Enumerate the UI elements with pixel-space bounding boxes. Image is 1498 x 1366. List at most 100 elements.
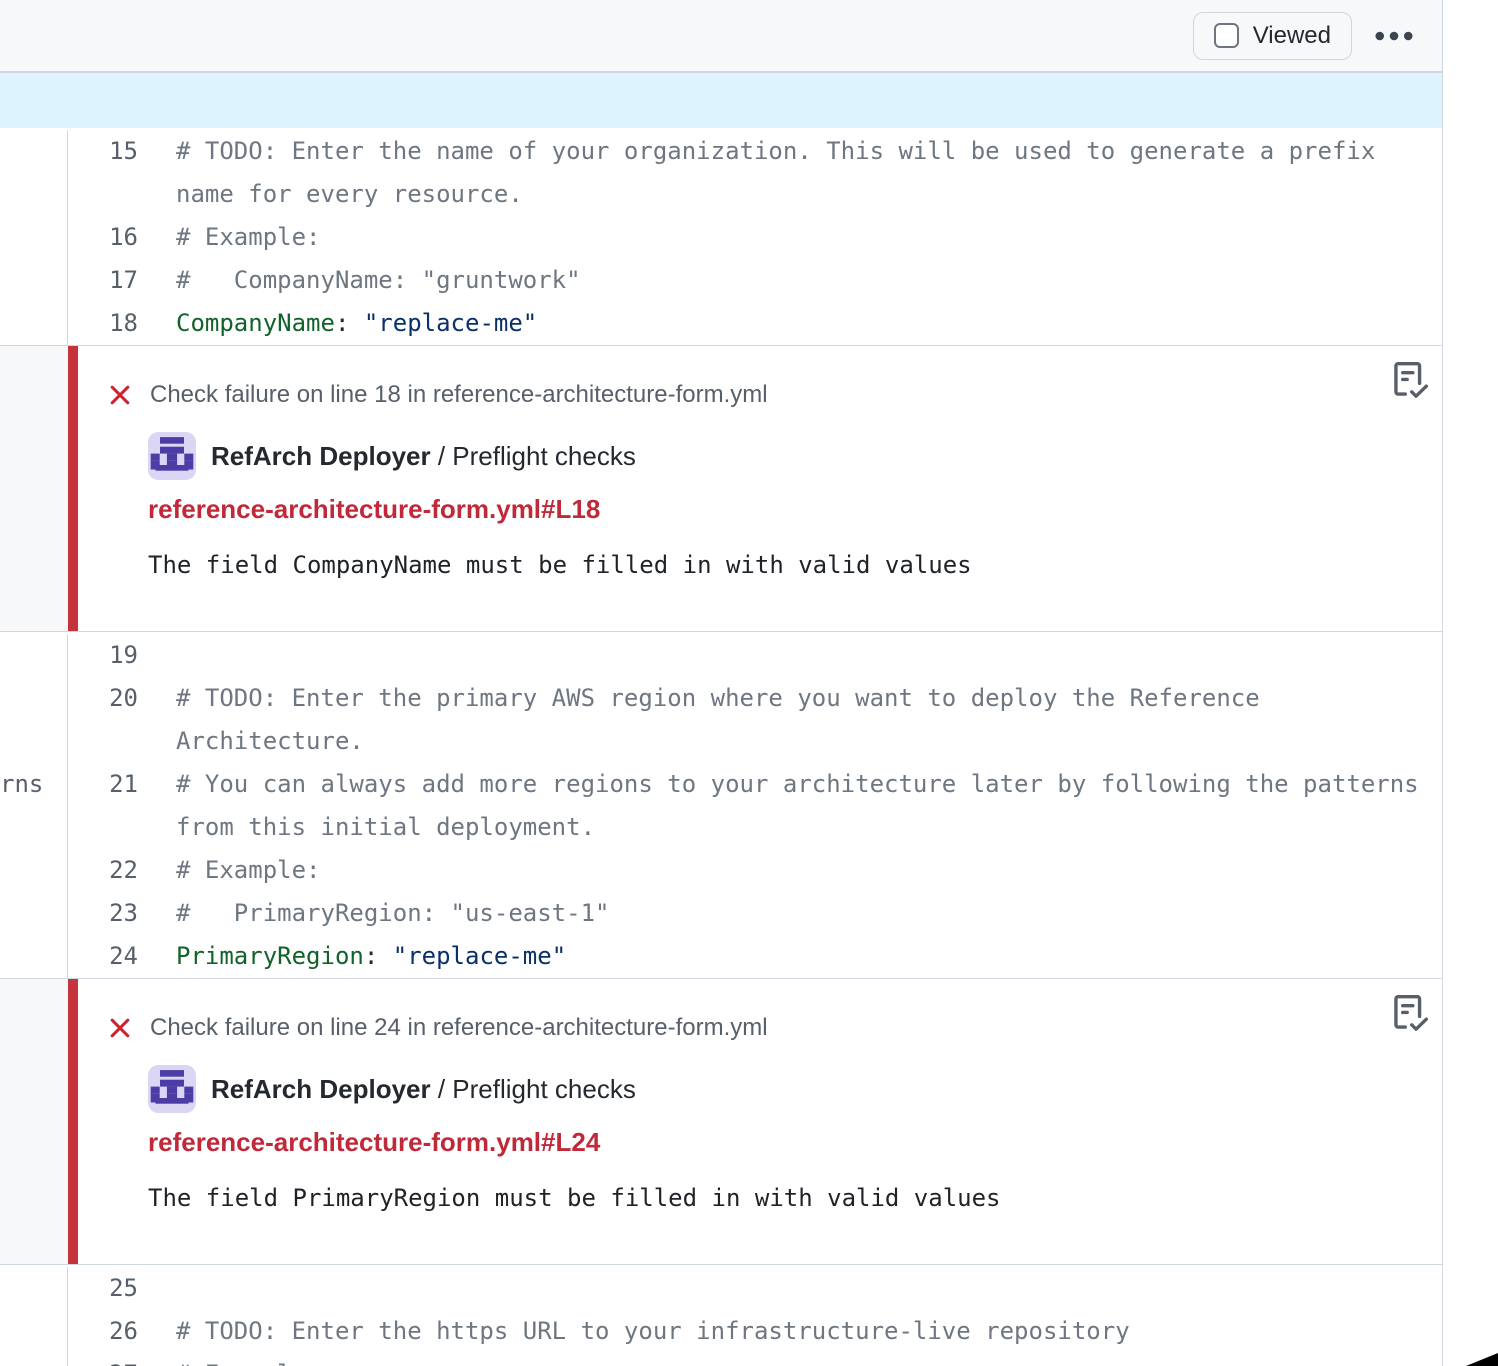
mouse-cursor — [1466, 1353, 1498, 1366]
diff-file-header: Viewed — [0, 0, 1442, 73]
status-icon-wrap — [107, 1015, 133, 1041]
viewed-label: Viewed — [1253, 22, 1331, 50]
status-icon-wrap — [107, 382, 133, 408]
line-number[interactable]: 24 — [68, 935, 138, 978]
line-number[interactable]: 23 — [68, 892, 138, 935]
check-context: / Preflight checks — [431, 1074, 636, 1104]
line-number[interactable]: 16 — [68, 216, 138, 259]
code-line-text: # Example: — [138, 216, 1442, 259]
line-number[interactable]: 15 — [68, 130, 138, 216]
line-number[interactable]: 25 — [68, 1267, 138, 1310]
diff-left-gutter — [0, 849, 68, 892]
line-number[interactable]: 19 — [68, 634, 138, 677]
code-line-row: 27 # Example: — [0, 1353, 1442, 1366]
hunk-expander-bar — [0, 73, 1442, 128]
x-icon — [107, 382, 133, 408]
line-number[interactable]: 17 — [68, 259, 138, 302]
refarch-deployer-avatar — [148, 432, 196, 480]
file-diff-card: Viewed 15 # TODO: Enter the name of your … — [0, 0, 1443, 1366]
viewed-checkbox[interactable] — [1214, 23, 1239, 48]
code-segment-comment: # TODO: Enter the name of your organizat… — [176, 137, 1375, 208]
annotation-message: The field CompanyName must be filled in … — [148, 550, 1382, 580]
code-segment-comment: # You can always add more regions to you… — [176, 770, 1419, 841]
code-line-text: # Example: — [138, 1353, 1442, 1366]
check-annotation-box: Check failure on line 24 in reference-ar… — [68, 979, 1442, 1264]
line-number[interactable]: 21 — [68, 763, 138, 849]
check-context: / Preflight checks — [431, 441, 636, 471]
diff-left-gutter — [0, 302, 68, 345]
diff-left-gutter — [0, 1353, 68, 1366]
code-segment-comment: # CompanyName: "gruntwork" — [176, 266, 581, 294]
diff-body: 15 # TODO: Enter the name of your organiz… — [0, 128, 1442, 1366]
line-number[interactable]: 20 — [68, 677, 138, 763]
annotation-file-line-link[interactable]: reference-architecture-form.yml#L18 — [148, 494, 600, 524]
left-pane-overflow-text: rns — [0, 763, 43, 806]
kebab-horizontal-icon — [1375, 30, 1413, 42]
line-number[interactable]: 26 — [68, 1310, 138, 1353]
code-segment-comment: # Example: — [176, 1360, 321, 1366]
code-line-row: 24PrimaryRegion: "replace-me" — [0, 935, 1442, 978]
code-line-text: CompanyName: "replace-me" — [138, 302, 1442, 345]
diff-left-gutter — [0, 1267, 68, 1310]
code-hunk: 2526 # TODO: Enter the https URL to your … — [0, 1265, 1442, 1366]
code-hunk: 15 # TODO: Enter the name of your organiz… — [0, 128, 1442, 345]
file-options-kebab-button[interactable] — [1372, 14, 1416, 58]
code-line-row: 20# TODO: Enter the primary AWS region w… — [0, 677, 1442, 763]
code-segment-key: PrimaryRegion — [176, 942, 364, 970]
code-line-text: # TODO: Enter the name of your organizat… — [138, 130, 1442, 216]
code-segment-comment: # PrimaryRegion: "us-east-1" — [176, 899, 609, 927]
code-line-row: rns 21 # You can always add more regions t… — [0, 763, 1442, 849]
annotation-action-button[interactable] — [1392, 995, 1428, 1031]
code-line-text: # TODO: Enter the https URL to your infr… — [138, 1310, 1442, 1353]
annotation-left-gutter — [0, 979, 68, 1264]
code-line-row: 22# Example: — [0, 849, 1442, 892]
viewed-toggle-button[interactable]: Viewed — [1193, 12, 1352, 60]
code-line-text: PrimaryRegion: "replace-me" — [138, 935, 1442, 978]
app-name-and-check: RefArch Deployer / Preflight checks — [211, 441, 636, 471]
diff-left-gutter — [0, 1310, 68, 1353]
code-hunk: 1920# TODO: Enter the primary AWS region… — [0, 632, 1442, 978]
code-line-text: # PrimaryRegion: "us-east-1" — [138, 892, 1442, 935]
checklist-icon — [1392, 995, 1428, 1031]
annotation-left-gutter — [0, 346, 68, 631]
app-name-and-check: RefArch Deployer / Preflight checks — [211, 1074, 636, 1104]
diff-left-gutter — [0, 892, 68, 935]
diff-left-gutter — [0, 130, 68, 216]
annotation-title: Check failure on line 24 in reference-ar… — [150, 1013, 768, 1043]
code-segment-string: "replace-me" — [378, 942, 566, 970]
line-number[interactable]: 22 — [68, 849, 138, 892]
code-line-text: # Example: — [138, 849, 1442, 892]
code-segment-string: "replace-me" — [349, 309, 537, 337]
pr-files-changed-view: Viewed 15 # TODO: Enter the name of your … — [0, 0, 1498, 1366]
code-segment-comment: # TODO: Enter the https URL to your infr… — [176, 1317, 1130, 1345]
check-annotation-row: Check failure on line 24 in reference-ar… — [0, 978, 1442, 1265]
code-segment-comment: # Example: — [176, 223, 321, 251]
x-icon — [107, 1015, 133, 1041]
check-annotation-row: Check failure on line 18 in reference-ar… — [0, 345, 1442, 632]
line-number[interactable]: 27 — [68, 1353, 138, 1366]
code-line-text: # CompanyName: "gruntwork" — [138, 259, 1442, 302]
code-line-text: # TODO: Enter the primary AWS region whe… — [138, 677, 1442, 763]
checklist-icon — [1392, 362, 1428, 398]
line-number[interactable]: 18 — [68, 302, 138, 345]
code-line-text — [138, 1267, 1442, 1310]
code-segment-punct: : — [335, 309, 349, 337]
code-line-text — [138, 634, 1442, 677]
code-line-row: 25 — [0, 1267, 1442, 1310]
annotation-title: Check failure on line 18 in reference-ar… — [150, 380, 768, 410]
code-segment-punct: : — [364, 942, 378, 970]
code-line-text: # You can always add more regions to you… — [138, 763, 1442, 849]
annotation-message: The field PrimaryRegion must be filled i… — [148, 1183, 1382, 1213]
diff-left-gutter — [0, 634, 68, 677]
code-line-row: 19 — [0, 634, 1442, 677]
app-avatar — [148, 1065, 196, 1113]
annotation-app-row: RefArch Deployer / Preflight checks — [148, 1065, 1382, 1113]
code-line-row: 16 # Example: — [0, 216, 1442, 259]
app-name: RefArch Deployer — [211, 1074, 431, 1104]
diff-left-gutter — [0, 935, 68, 978]
code-segment-key: CompanyName — [176, 309, 335, 337]
app-name: RefArch Deployer — [211, 441, 431, 471]
annotation-action-button[interactable] — [1392, 362, 1428, 398]
refarch-deployer-avatar — [148, 1065, 196, 1113]
annotation-file-line-link[interactable]: reference-architecture-form.yml#L24 — [148, 1127, 600, 1157]
